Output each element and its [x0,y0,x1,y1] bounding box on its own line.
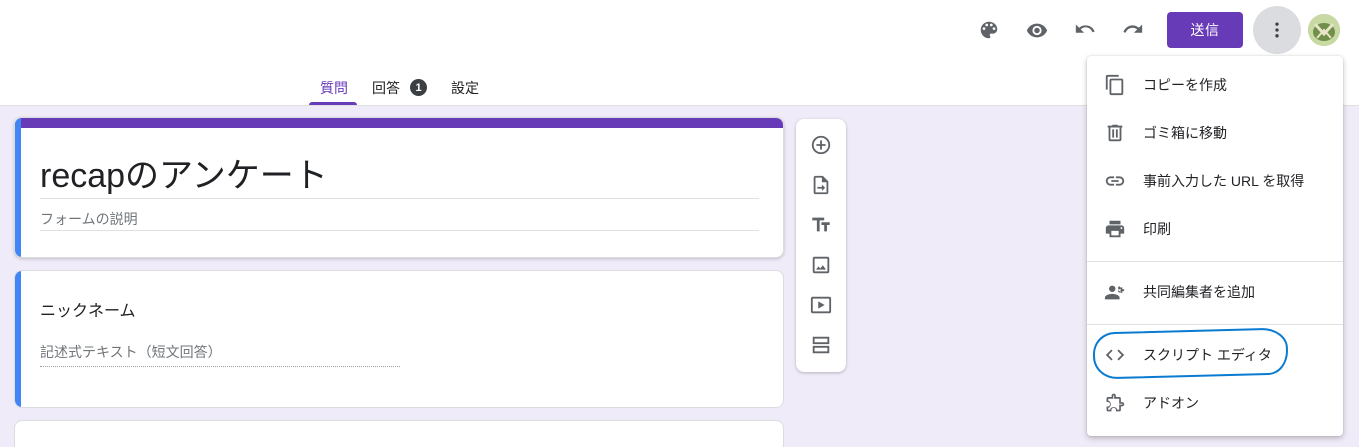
menu-item-label: アドオン [1143,395,1199,411]
annotation-highlight-oval [1092,327,1289,380]
menu-item-add-collaborators[interactable]: 共同編集者を追加 [1087,268,1343,316]
active-card-indicator [15,118,21,257]
short-answer-underline [40,366,400,367]
add-section-icon[interactable] [806,330,836,360]
undo-icon[interactable] [1065,10,1105,50]
menu-item-move-to-trash[interactable]: ゴミ箱に移動 [1087,109,1343,157]
copy-icon [1103,73,1127,97]
add-video-icon[interactable] [806,290,836,320]
menu-item-label: ゴミ箱に移動 [1143,125,1227,141]
question-card-indicator [15,271,21,407]
menu-divider [1087,324,1343,325]
menu-item-label: コピーを作成 [1143,77,1227,93]
title-card-accent-bar [15,118,783,128]
menu-item-print[interactable]: 印刷 [1087,205,1343,253]
add-people-icon [1103,280,1127,304]
avatar[interactable] [1308,14,1340,46]
form-description-field[interactable]: フォームの説明 [40,209,138,229]
responses-count-badge: 1 [410,79,427,96]
menu-item-get-prefilled-link[interactable]: 事前入力した URL を取得 [1087,157,1343,205]
add-question-icon[interactable] [806,130,836,160]
form-title[interactable]: recapのアンケート [40,148,328,197]
next-question-card[interactable] [14,420,784,447]
menu-item-label: 印刷 [1143,221,1171,237]
eye-icon[interactable] [1017,10,1057,50]
menu-item-label: 事前入力した URL を取得 [1143,173,1305,189]
tab-active-indicator [309,102,357,105]
add-image-icon[interactable] [806,250,836,280]
add-title-icon[interactable] [806,210,836,240]
title-underline [40,198,759,199]
tab-settings[interactable]: 設定 [451,78,479,106]
print-icon [1103,217,1127,241]
more-vert-icon[interactable] [1253,6,1301,54]
question-title[interactable]: ニックネーム [40,297,136,321]
more-options-menu: コピーを作成 ゴミ箱に移動 事前入力した URL を取得 印刷 共同編集者を追加… [1087,56,1343,436]
tab-responses[interactable]: 回答 [372,78,400,106]
form-title-card[interactable]: recapのアンケート フォームの説明 [14,117,784,258]
link-icon [1103,169,1127,193]
palette-icon[interactable] [969,10,1009,50]
menu-item-add-ons[interactable]: アドオン [1087,379,1343,427]
menu-item-label: 共同編集者を追加 [1143,284,1255,300]
import-questions-icon[interactable] [806,170,836,200]
description-underline [40,230,759,231]
puzzle-icon [1103,391,1127,415]
question-card[interactable]: ニックネーム 記述式テキスト（短文回答） [14,270,784,408]
menu-item-make-copy[interactable]: コピーを作成 [1087,61,1343,109]
short-answer-hint: 記述式テキスト（短文回答） [40,344,222,360]
send-button[interactable]: 送信 [1167,12,1243,48]
redo-icon[interactable] [1113,10,1153,50]
trash-icon [1103,121,1127,145]
menu-divider [1087,261,1343,262]
side-toolbar [796,119,846,372]
